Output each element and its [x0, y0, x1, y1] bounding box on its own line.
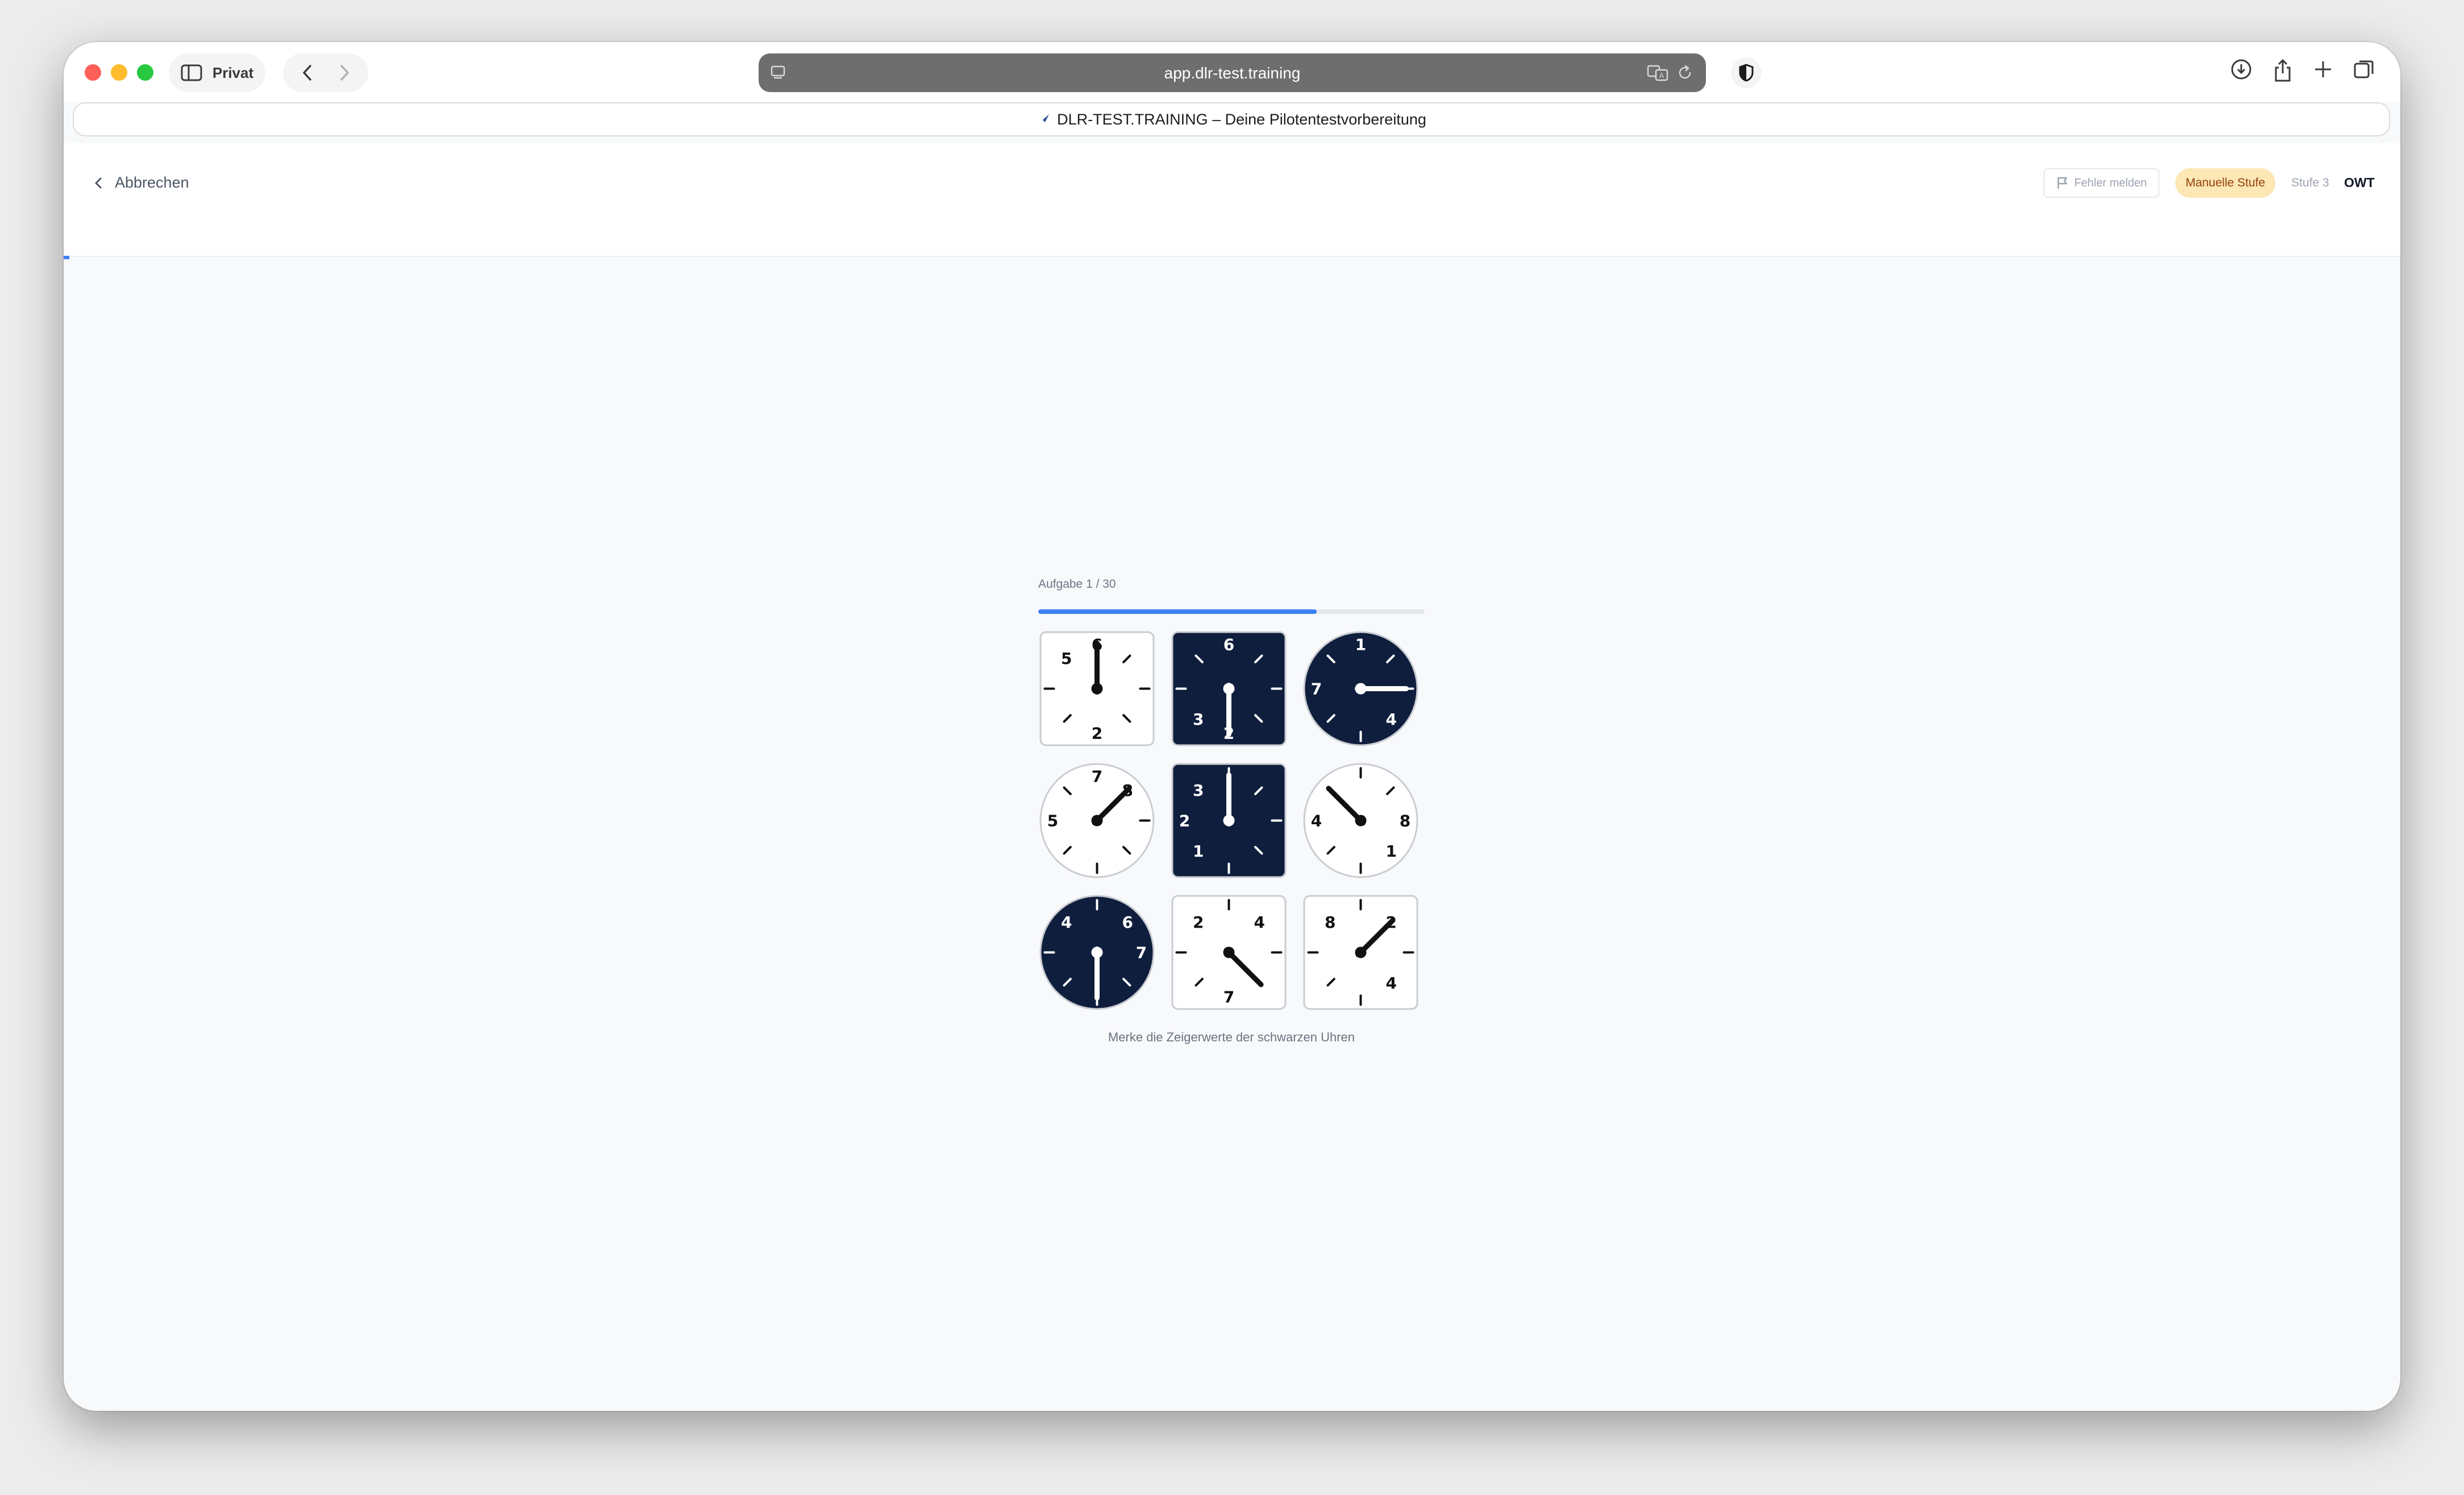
clock-number: 6 — [1122, 913, 1133, 932]
clock-number: 4 — [1061, 913, 1072, 932]
clock-number: 2 — [1092, 724, 1102, 743]
clock-number: 2 — [1193, 913, 1204, 932]
minimize-window-button[interactable] — [111, 64, 127, 81]
address-bar-actions: A — [1647, 64, 1693, 81]
clock-number: 1 — [1385, 842, 1396, 861]
clock-number: 4 — [1311, 812, 1322, 830]
tab-bar[interactable]: DLR-TEST.TRAINING – Deine Pilotentestvor… — [73, 102, 2390, 136]
clock-5: 321 — [1171, 763, 1287, 878]
clock-number: 2 — [1179, 812, 1190, 830]
browser-toolbar: Privat app.dlr-test.training A — [64, 42, 2400, 102]
clock-number: 6 — [1223, 636, 1234, 654]
clock-number: 3 — [1193, 781, 1204, 800]
url-text: app.dlr-test.training — [1164, 64, 1301, 82]
test-code: OWT — [2344, 175, 2375, 190]
mode-badge: Manuelle Stufe — [2175, 168, 2275, 198]
download-icon[interactable] — [2230, 58, 2253, 81]
clock-number: 7 — [1223, 988, 1234, 1007]
report-error-label: Fehler melden — [2074, 176, 2147, 189]
address-bar[interactable]: app.dlr-test.training A — [759, 53, 1706, 92]
clock-number: 1 — [1193, 842, 1204, 861]
tab-overview-icon[interactable] — [2353, 58, 2375, 81]
close-window-button[interactable] — [85, 64, 101, 81]
clock-face: 1 4 7 — [1303, 631, 1418, 746]
stage-label: Stufe 3 — [2291, 176, 2329, 189]
forward-icon[interactable] — [338, 64, 351, 82]
share-icon[interactable] — [2272, 58, 2294, 83]
clock-face: 623 — [1171, 631, 1287, 746]
back-icon[interactable] — [301, 64, 314, 82]
clock-number: 5 — [1061, 649, 1072, 668]
instruction-text: Merke die Zeigerwerte der schwarzen Uhre… — [1108, 1030, 1355, 1044]
translate-icon[interactable]: A — [1647, 64, 1670, 81]
clock-number: 4 — [1385, 710, 1396, 729]
navigation-buttons — [283, 53, 368, 92]
cancel-button[interactable]: Abbrechen — [93, 174, 189, 192]
report-error-button[interactable]: Fehler melden — [2043, 168, 2159, 198]
clock-hub — [1091, 815, 1103, 827]
clock-1: 625 — [1039, 631, 1155, 746]
clock-number: 7 — [1311, 680, 1322, 699]
clock-hub — [1223, 946, 1235, 958]
clock-number: 3 — [1193, 710, 1204, 729]
clock-face: 321 — [1171, 763, 1287, 878]
clock-8: 4 7 2 — [1171, 895, 1287, 1010]
plane-icon — [1038, 114, 1050, 124]
clock-hub — [1355, 946, 1367, 958]
clock-number: 4 — [1385, 974, 1396, 992]
task-counter: Aufgabe 1 / 30 — [1038, 578, 1116, 591]
clock-2: 623 — [1171, 631, 1287, 746]
clock-number: 1 — [1355, 636, 1366, 654]
clock-number: 8 — [1400, 812, 1410, 830]
clock-hub — [1223, 815, 1235, 827]
task-progress-bar — [1038, 609, 1425, 614]
shield-icon[interactable] — [1730, 57, 1762, 89]
page-progress-indicator — [64, 256, 69, 259]
reload-icon[interactable] — [1676, 64, 1693, 81]
clock-number: 8 — [1325, 913, 1335, 932]
clock-hub — [1091, 946, 1103, 958]
browser-window: Privat app.dlr-test.training A DLR-TEST.… — [64, 42, 2400, 1411]
clock-number: 7 — [1092, 767, 1102, 786]
clock-9: 248 — [1303, 895, 1418, 1010]
clock-face: 625 — [1039, 631, 1155, 746]
clock-face: 81 4 — [1303, 763, 1418, 878]
clock-4: 785 — [1039, 763, 1155, 878]
tab-title: DLR-TEST.TRAINING – Deine Pilotentestvor… — [1057, 110, 1426, 128]
clock-3: 1 4 7 — [1303, 631, 1418, 746]
clock-hub — [1355, 815, 1367, 827]
cancel-label: Abbrechen — [115, 174, 189, 191]
sidebar-icon — [181, 64, 202, 81]
app-header: Abbrechen Fehler melden Manuelle Stufe S… — [64, 143, 2400, 257]
browser-right-tools — [2230, 58, 2375, 83]
clock-face: 4 7 2 — [1171, 895, 1287, 1010]
private-label: Privat — [212, 64, 254, 81]
clock-face: 785 — [1039, 763, 1155, 878]
clock-face: 67 4 — [1039, 895, 1155, 1010]
flag-icon — [2057, 177, 2068, 189]
clock-face: 248 — [1303, 895, 1418, 1010]
clock-hub — [1223, 683, 1235, 695]
clock-hub — [1091, 683, 1103, 695]
clock-7: 67 4 — [1039, 895, 1155, 1010]
svg-text:A: A — [1659, 72, 1664, 80]
task-progress-fill — [1038, 609, 1317, 614]
clock-hub — [1355, 683, 1367, 695]
chevron-left-icon — [95, 177, 102, 188]
new-tab-icon[interactable] — [2313, 58, 2333, 81]
clock-6: 81 4 — [1303, 763, 1418, 878]
clock-number: 4 — [1254, 913, 1264, 932]
clock-number: 7 — [1136, 944, 1147, 962]
sidebar-toggle-button[interactable]: Privat — [169, 53, 265, 92]
clock-number: 5 — [1047, 812, 1058, 830]
zoom-window-button[interactable] — [137, 64, 153, 81]
